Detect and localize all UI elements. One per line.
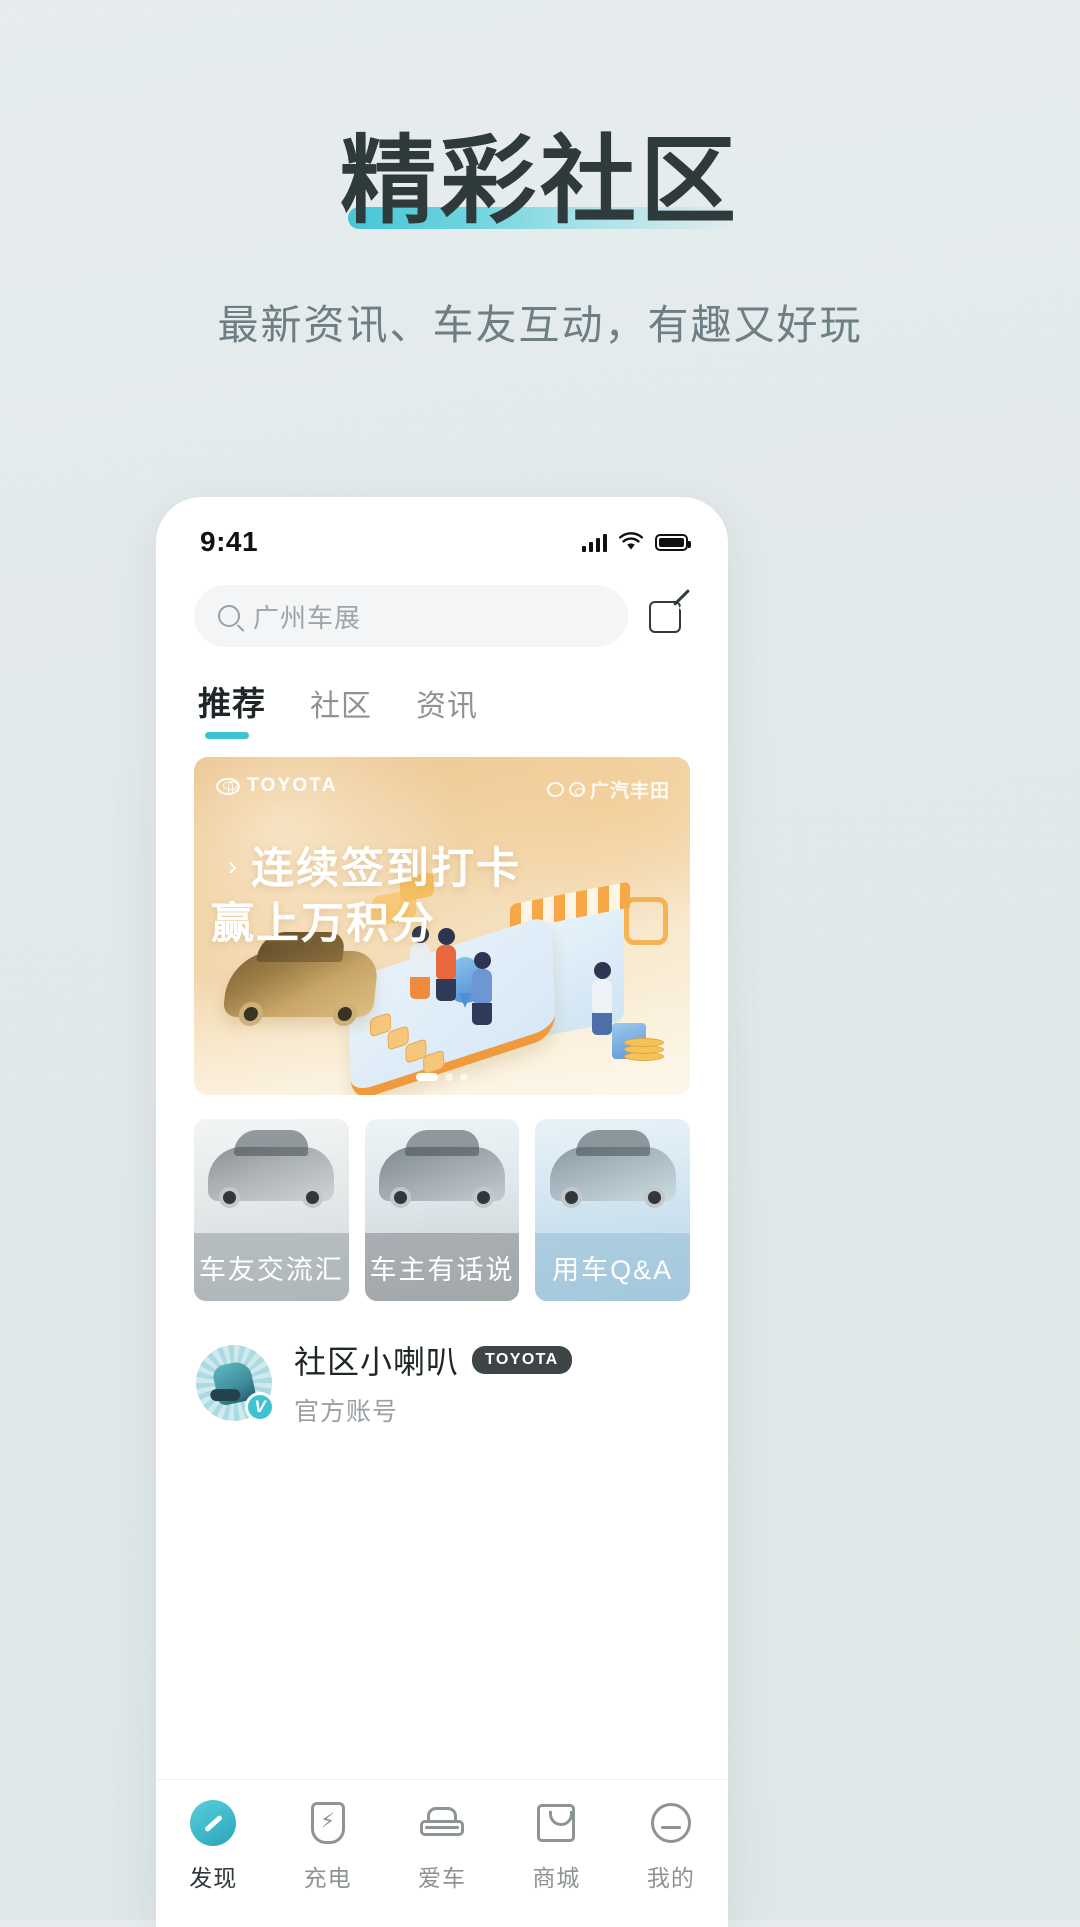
page-title-wrap: 精彩社区 bbox=[340, 128, 740, 235]
tab-community[interactable]: 社区 bbox=[310, 681, 372, 739]
nav-label: 爱车 bbox=[418, 1865, 467, 1891]
banner-pagination-dots[interactable] bbox=[416, 1073, 468, 1081]
tab-label: 资讯 bbox=[416, 690, 478, 723]
card-owner-voices[interactable]: 车主有话说 bbox=[364, 1119, 520, 1301]
card-label: 用车Q&A bbox=[535, 1233, 691, 1301]
nav-label: 我的 bbox=[646, 1865, 695, 1891]
search-row: 广州车展 bbox=[156, 571, 728, 647]
tab-label: 推荐 bbox=[198, 685, 266, 722]
status-badge: TOYOTA bbox=[472, 1346, 572, 1374]
avatar[interactable]: V bbox=[196, 1344, 275, 1422]
tab-recommend[interactable]: 推荐 bbox=[198, 677, 266, 739]
search-icon bbox=[218, 605, 240, 627]
banner-headline: › 连续签到打卡 赢上万积分 bbox=[211, 842, 521, 952]
nav-item-shop[interactable]: 商城 bbox=[499, 1800, 613, 1893]
status-bar: 9:41 bbox=[156, 497, 728, 571]
promo-banner[interactable]: TOYOTA 广汽丰田 › 连续签到打卡 赢上万积分 bbox=[194, 757, 690, 1095]
toyota-wordmark: TOYOTA bbox=[247, 775, 338, 796]
chevron-right-icon: › bbox=[228, 851, 237, 881]
compose-edit-icon[interactable] bbox=[648, 589, 692, 638]
banner-headline-line1: 连续签到打卡 bbox=[251, 845, 521, 893]
toyota-logo-icon: TOYOTA bbox=[216, 775, 338, 797]
card-car-image bbox=[549, 1130, 676, 1208]
bottom-tab-bar: 发现 充电 爱车 商城 我的 bbox=[156, 1779, 728, 1927]
status-time: 9:41 bbox=[200, 526, 259, 557]
illustration-person bbox=[472, 952, 492, 1025]
tab-label: 社区 bbox=[310, 690, 372, 723]
card-usage-qa[interactable]: 用车Q&A bbox=[535, 1119, 691, 1301]
phone-mockup: 9:41 广州车展 推荐 社区 资讯 TOYOTA 广汽丰田 › 连续签到打卡 … bbox=[156, 497, 728, 1927]
signal-bars-icon bbox=[581, 533, 607, 552]
gac-toyota-logo-icon: 广汽丰田 bbox=[546, 776, 670, 803]
tab-news[interactable]: 资讯 bbox=[416, 681, 478, 739]
profile-circle-icon bbox=[650, 1803, 691, 1843]
content-tabs: 推荐 社区 资讯 bbox=[156, 647, 728, 739]
shopping-bag-icon bbox=[537, 1804, 576, 1842]
gac-wordmark: 广汽丰田 bbox=[589, 781, 670, 802]
wifi-icon bbox=[619, 532, 643, 550]
compass-discover-icon bbox=[190, 1800, 237, 1846]
card-car-image bbox=[379, 1130, 505, 1208]
page-subtitle: 最新资讯、车友互动，有趣又好玩 bbox=[217, 301, 863, 348]
search-placeholder: 广州车展 bbox=[253, 602, 362, 633]
banner-headline-line2: 赢上万积分 bbox=[211, 900, 436, 949]
pagination-dot[interactable] bbox=[460, 1073, 468, 1081]
nav-label: 商城 bbox=[532, 1865, 581, 1891]
category-cards: 车友交流汇 车主有话说 用车Q&A bbox=[156, 1095, 728, 1301]
car-icon bbox=[420, 1807, 465, 1839]
hero-section: 精彩社区 最新资讯、车友互动，有趣又好玩 bbox=[0, 0, 1080, 351]
verified-badge-icon: V bbox=[245, 1391, 275, 1422]
page-title: 精彩社区 bbox=[340, 128, 740, 235]
account-subtitle: 官方账号 bbox=[294, 1398, 399, 1426]
illustration-car bbox=[222, 951, 380, 1026]
nav-item-discover[interactable]: 发现 bbox=[156, 1800, 270, 1893]
card-car-image bbox=[208, 1130, 335, 1208]
account-row[interactable]: V 社区小喇叭 TOYOTA 官方账号 bbox=[156, 1301, 728, 1428]
pagination-dot-active[interactable] bbox=[416, 1073, 438, 1081]
nav-item-charging[interactable]: 充电 bbox=[270, 1800, 384, 1893]
nav-label: 充电 bbox=[303, 1865, 352, 1891]
nav-label: 发现 bbox=[189, 1865, 238, 1891]
account-text: 社区小喇叭 TOYOTA 官方账号 bbox=[294, 1337, 690, 1428]
card-carfriends-forum[interactable]: 车友交流汇 bbox=[194, 1119, 349, 1301]
nav-item-mycar[interactable]: 爱车 bbox=[385, 1800, 499, 1893]
nav-item-profile[interactable]: 我的 bbox=[614, 1800, 728, 1893]
battery-full-icon bbox=[655, 533, 691, 551]
status-icons bbox=[581, 532, 691, 552]
illustration-coins bbox=[624, 1037, 668, 1061]
search-input[interactable]: 广州车展 bbox=[194, 585, 628, 647]
account-name: 社区小喇叭 bbox=[294, 1344, 460, 1380]
illustration-ring-decor bbox=[624, 897, 668, 945]
charging-bolt-icon bbox=[310, 1802, 345, 1844]
illustration-person bbox=[592, 962, 612, 1035]
card-label: 车主有话说 bbox=[364, 1233, 520, 1301]
pagination-dot[interactable] bbox=[445, 1073, 453, 1081]
card-label: 车友交流汇 bbox=[194, 1233, 349, 1301]
